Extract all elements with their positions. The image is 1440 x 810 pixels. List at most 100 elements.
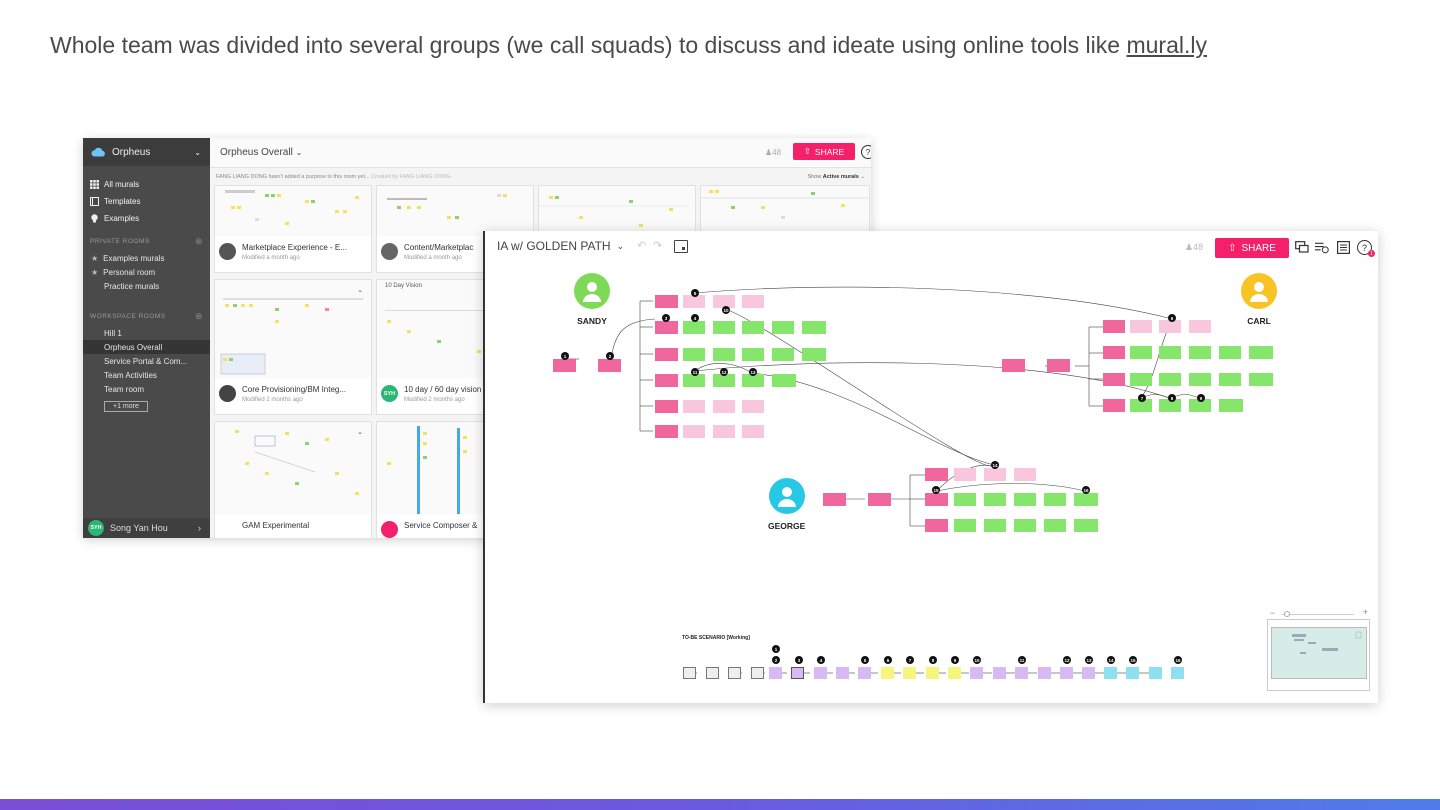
sticky-note[interactable] [683, 400, 705, 413]
sticky-note[interactable] [683, 667, 696, 679]
sticky-note[interactable] [713, 400, 735, 413]
sticky-note[interactable] [1159, 346, 1181, 359]
sticky-note[interactable] [954, 468, 976, 481]
minimap[interactable] [1267, 619, 1370, 691]
sticky-note[interactable] [742, 321, 764, 334]
mural-card[interactable]: Marketplace Experience - E... Modified a… [214, 185, 372, 273]
sticky-note[interactable] [742, 425, 764, 438]
sticky-note[interactable] [751, 667, 764, 679]
chevron-down-icon[interactable]: ⌄ [357, 428, 363, 436]
sticky-note[interactable] [925, 493, 948, 506]
more-rooms-button[interactable]: +1 more [104, 401, 148, 412]
sticky-note[interactable] [655, 348, 678, 361]
sticky-note[interactable] [1044, 493, 1066, 506]
mural-card[interactable]: ⌄ Core Provisioning/BM Integ... Modified… [214, 279, 372, 415]
sidebar-item-team-activities[interactable]: Team Activities [83, 368, 210, 382]
sticky-note[interactable] [868, 493, 891, 506]
sticky-note[interactable] [1171, 667, 1184, 679]
add-room-icon[interactable]: ⊕ [195, 312, 203, 321]
sticky-note[interactable] [683, 348, 705, 361]
sidebar-item-practice-murals[interactable]: Practice murals [83, 279, 210, 293]
sticky-note[interactable] [1219, 373, 1241, 386]
sticky-note[interactable] [683, 425, 705, 438]
sticky-note[interactable] [742, 295, 764, 308]
sticky-note[interactable] [1047, 359, 1070, 372]
sticky-note[interactable] [984, 519, 1006, 532]
sticky-note[interactable] [1103, 346, 1125, 359]
sticky-note[interactable] [1189, 373, 1211, 386]
sticky-note[interactable] [713, 425, 735, 438]
sticky-note[interactable] [1074, 519, 1098, 532]
sidebar-item-service-portal[interactable]: Service Portal & Com... [83, 354, 210, 368]
sticky-note[interactable] [1002, 359, 1025, 372]
sticky-note[interactable] [1130, 346, 1152, 359]
sticky-note[interactable] [1014, 468, 1036, 481]
sticky-note[interactable] [925, 519, 948, 532]
sidebar-item-all-murals[interactable]: All murals [90, 176, 140, 193]
mural-link[interactable]: mural.ly [1126, 32, 1207, 58]
mural-card[interactable]: ⌄ GAM Experimental [214, 421, 372, 538]
sticky-note[interactable] [1044, 519, 1066, 532]
sidebar-item-orpheus-overall[interactable]: Orpheus Overall [83, 340, 210, 354]
sticky-note[interactable] [1103, 320, 1125, 333]
sticky-note[interactable] [836, 667, 849, 679]
sidebar-item-examples[interactable]: Examples [90, 210, 140, 227]
sticky-note[interactable] [772, 348, 794, 361]
sticky-note[interactable] [655, 374, 678, 387]
sticky-note[interactable] [954, 519, 976, 532]
sidebar-item-examples-murals[interactable]: ★ Examples murals [83, 251, 210, 265]
sticky-note[interactable] [769, 667, 782, 679]
sidebar-item-personal-room[interactable]: ★ Personal room [83, 265, 210, 279]
sticky-note[interactable] [772, 374, 796, 387]
sticky-note[interactable] [1126, 667, 1139, 679]
purpose-text[interactable]: FANG LIANG DONG hasn't added a purpose t… [216, 174, 370, 180]
sticky-note[interactable] [954, 493, 976, 506]
sticky-note[interactable] [1149, 667, 1162, 679]
sticky-note[interactable] [1104, 667, 1117, 679]
sticky-note[interactable] [742, 400, 764, 413]
sticky-note[interactable] [1103, 399, 1125, 412]
sticky-note[interactable] [683, 321, 705, 334]
sticky-note[interactable] [655, 425, 678, 438]
sticky-note[interactable] [1189, 320, 1211, 333]
sticky-note[interactable] [970, 667, 983, 679]
minimap-viewport[interactable] [1271, 627, 1367, 679]
sticky-note[interactable] [926, 667, 939, 679]
zoom-in-button[interactable]: + [1363, 607, 1368, 617]
sticky-note[interactable] [802, 348, 826, 361]
show-filter[interactable]: Show Active murals ⌄ [807, 174, 865, 180]
sticky-note[interactable] [903, 667, 916, 679]
sticky-note[interactable] [1249, 373, 1273, 386]
zoom-out-button[interactable]: − [1270, 608, 1275, 618]
room-title-dropdown[interactable]: Orpheus Overall ⌄ [220, 147, 302, 158]
sticky-note[interactable] [706, 667, 719, 679]
sticky-note[interactable] [791, 667, 804, 679]
sticky-note[interactable] [1219, 399, 1243, 412]
sticky-note[interactable] [925, 468, 948, 481]
sticky-note[interactable] [984, 468, 1006, 481]
zoom-slider-handle[interactable] [1284, 611, 1290, 617]
sticky-note[interactable] [772, 321, 794, 334]
sticky-note[interactable] [1219, 346, 1241, 359]
sidebar-item-hill-1[interactable]: Hill 1 [83, 326, 210, 340]
help-icon[interactable]: ? [861, 145, 871, 159]
sticky-note[interactable] [1082, 667, 1095, 679]
sticky-note[interactable] [1103, 373, 1125, 386]
sticky-note[interactable] [858, 667, 871, 679]
sticky-note[interactable] [802, 321, 826, 334]
sticky-note[interactable] [1130, 320, 1152, 333]
sticky-note[interactable] [881, 667, 894, 679]
sticky-note[interactable] [655, 400, 678, 413]
sticky-note[interactable] [598, 359, 621, 372]
sticky-note[interactable] [948, 667, 961, 679]
sticky-note[interactable] [742, 348, 764, 361]
add-room-icon[interactable]: ⊕ [195, 237, 203, 246]
share-button[interactable]: ⇧ SHARE [793, 143, 855, 160]
sticky-note[interactable] [1130, 373, 1152, 386]
sticky-note[interactable] [713, 321, 735, 334]
sticky-note[interactable] [553, 359, 576, 372]
sticky-note[interactable] [1014, 493, 1036, 506]
sticky-note[interactable] [1015, 667, 1028, 679]
sticky-note[interactable] [814, 667, 827, 679]
sticky-note[interactable] [1249, 346, 1273, 359]
